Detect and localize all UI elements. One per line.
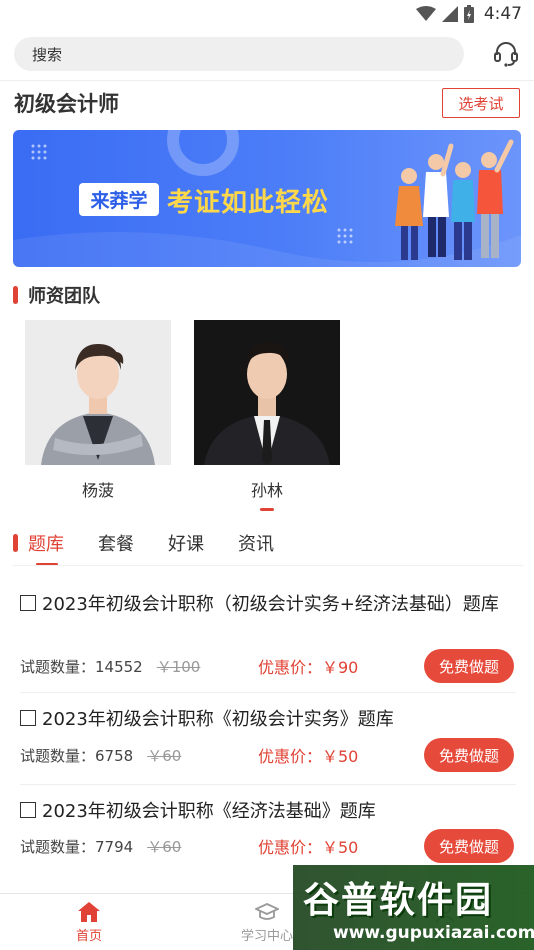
select-exam-button[interactable]: 选考试 xyxy=(442,88,520,118)
question-bank-icon xyxy=(20,802,36,818)
question-count: 试题数量：6758 xyxy=(20,746,134,765)
tabs-divider xyxy=(13,565,523,566)
banner-logo: 来莽学 xyxy=(79,183,159,216)
tab-packages[interactable]: 套餐 xyxy=(98,530,134,556)
course-item[interactable]: 2023年初级会计职称（初级会计实务+经济法基础）题库 试题数量：14552 ￥… xyxy=(20,593,516,683)
original-price: ￥60 xyxy=(147,837,182,856)
free-practice-button[interactable]: 免费做题 xyxy=(424,738,514,772)
header-divider xyxy=(0,80,534,81)
promo-banner[interactable]: 来莽学 考证如此轻松 xyxy=(13,130,521,267)
signal-icon xyxy=(441,6,458,22)
original-price: ￥100 xyxy=(156,657,201,676)
battery-icon xyxy=(463,5,474,23)
teacher-card[interactable]: 孙林 xyxy=(194,320,340,501)
free-practice-button[interactable]: 免费做题 xyxy=(424,649,514,683)
status-time: 4:47 xyxy=(483,4,522,24)
tab-courses[interactable]: 好课 xyxy=(168,530,204,556)
question-bank-icon xyxy=(20,595,36,611)
people-illustration xyxy=(395,139,514,260)
watermark-url: www.gupuxiazai.com xyxy=(333,923,534,943)
sale-price: 优惠价：￥50 xyxy=(258,747,359,766)
sale-price: 优惠价：￥50 xyxy=(258,838,359,857)
section-marker xyxy=(13,534,18,552)
teacher-photo xyxy=(25,320,171,465)
course-divider xyxy=(20,692,516,693)
teacher-name: 孙林 xyxy=(250,481,283,500)
course-title: 2023年初级会计职称《初级会计实务》题库 xyxy=(20,708,516,731)
search-input[interactable]: 搜索 xyxy=(14,37,464,71)
teachers-section-header: 师资团队 xyxy=(13,282,100,308)
watermark-title: 谷普软件园 xyxy=(303,880,494,921)
course-title-text: 2023年初级会计职称《经济法基础》题库 xyxy=(42,801,376,822)
nav-home-label: 首页 xyxy=(75,928,102,944)
course-item[interactable]: 2023年初级会计职称《初级会计实务》题库 试题数量：6758 ￥60 优惠价：… xyxy=(20,708,516,776)
teacher-name: 杨菠 xyxy=(81,481,114,500)
wifi-icon xyxy=(415,6,436,21)
free-practice-button[interactable]: 免费做题 xyxy=(424,829,514,863)
nav-home[interactable]: 首页 xyxy=(0,894,178,950)
course-title-text: 2023年初级会计职称（初级会计实务+经济法基础）题库 xyxy=(42,594,499,615)
search-row: 搜索 xyxy=(14,36,520,72)
course-title: 2023年初级会计职称（初级会计实务+经济法基础）题库 xyxy=(20,593,516,616)
category-tabs: 题库 套餐 好课 资讯 xyxy=(13,528,308,566)
question-bank-icon xyxy=(20,710,36,726)
carousel-indicator xyxy=(260,508,274,511)
course-title: 2023年初级会计职称《经济法基础》题库 xyxy=(20,800,516,823)
search-placeholder: 搜索 xyxy=(32,45,63,64)
original-price: ￥60 xyxy=(147,746,182,765)
tab-question-bank[interactable]: 题库 xyxy=(28,530,64,566)
question-count: 试题数量：7794 xyxy=(20,837,134,856)
sale-price: 优惠价：￥90 xyxy=(258,658,359,677)
course-title-text: 2023年初级会计职称《初级会计实务》题库 xyxy=(42,709,394,730)
course-meta: 试题数量：6758 ￥60 优惠价：￥50 免费做题 xyxy=(20,738,516,772)
page-title: 初级会计师 xyxy=(14,92,119,116)
tab-news[interactable]: 资讯 xyxy=(238,530,274,556)
course-meta: 试题数量：7794 ￥60 优惠价：￥50 免费做题 xyxy=(20,829,516,863)
nav-learning-center-label: 学习中心 xyxy=(240,928,293,944)
banner-slogan: 考证如此轻松 xyxy=(167,188,330,218)
home-icon xyxy=(78,901,100,922)
course-item[interactable]: 2023年初级会计职称《经济法基础》题库 试题数量：7794 ￥60 优惠价：￥… xyxy=(20,800,516,868)
question-count: 试题数量：14552 xyxy=(20,657,143,676)
course-divider xyxy=(20,784,516,785)
teacher-photo xyxy=(194,320,340,465)
customer-service-icon[interactable] xyxy=(492,40,520,68)
graduation-cap-icon xyxy=(255,902,279,920)
status-bar: 4:47 xyxy=(0,0,534,28)
site-watermark: 谷普软件园 www.gupuxiazai.com xyxy=(293,865,534,950)
teacher-card[interactable]: 杨菠 xyxy=(25,320,171,501)
title-row: 初级会计师 选考试 xyxy=(14,88,520,118)
section-marker xyxy=(13,286,18,304)
course-meta: 试题数量：14552 ￥100 优惠价：￥90 免费做题 xyxy=(20,649,516,683)
teachers-section-title: 师资团队 xyxy=(28,286,100,307)
